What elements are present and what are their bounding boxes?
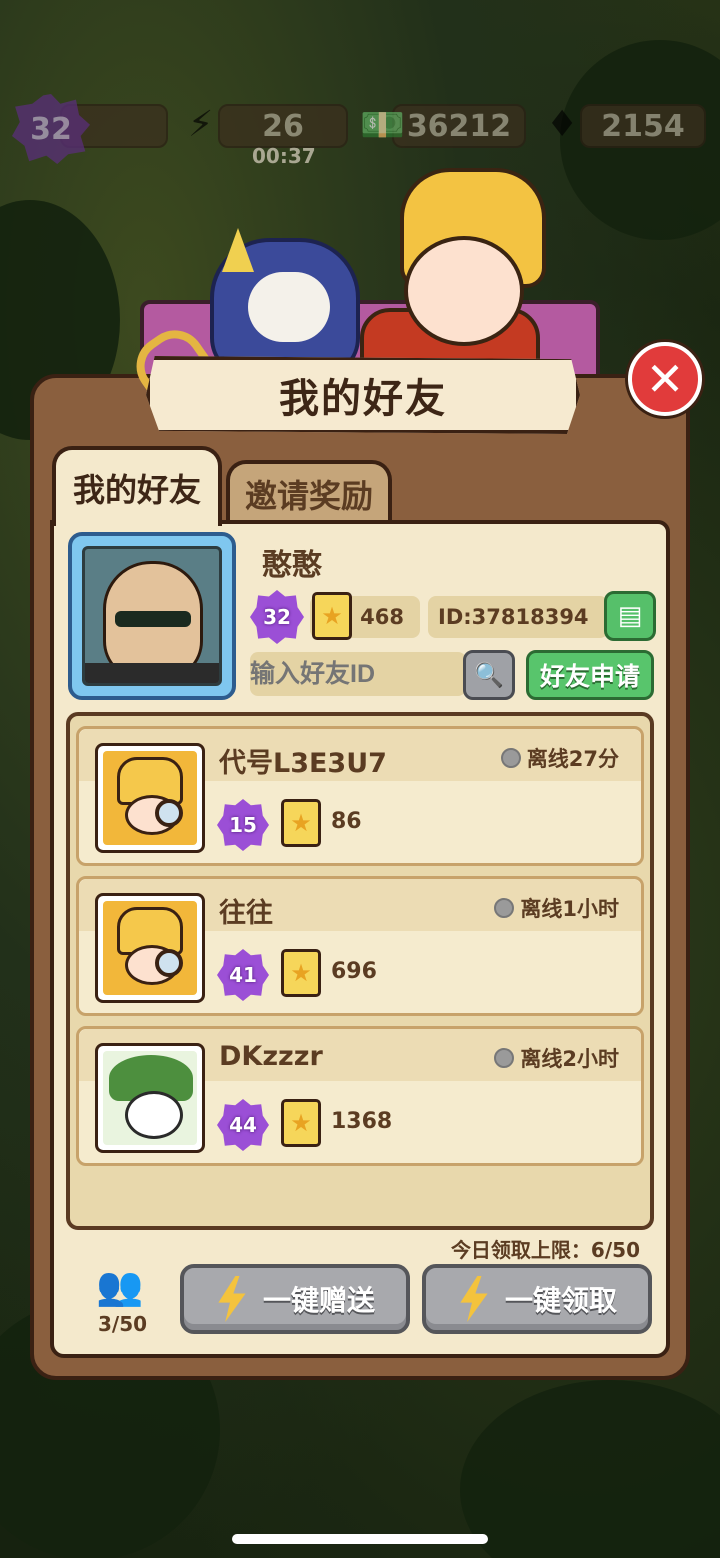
friend-status: 离线27分	[500, 743, 619, 773]
send-all-button[interactable]: 一键赠送	[180, 1264, 410, 1334]
friends-icon: 👥	[96, 1264, 144, 1308]
boy-mascot-face	[404, 236, 524, 346]
friend-row[interactable]: DKzzzr 离线2小时 44 ★ 1368	[76, 1026, 644, 1166]
friend-level-badge: 41	[217, 949, 269, 1001]
cash-icon: 💵	[360, 105, 405, 146]
friend-card-count: 86	[331, 809, 362, 834]
sunglasses-icon	[115, 611, 191, 627]
card-icon: ★	[312, 592, 352, 640]
friend-id-input[interactable]	[250, 652, 466, 696]
tab-invite-rewards[interactable]: 邀请奖励	[226, 460, 392, 524]
friend-row[interactable]: 往往 离线1小时 41 ★ 696	[76, 876, 644, 1016]
friend-avatar[interactable]	[95, 743, 205, 853]
friend-card-count: 696	[331, 959, 377, 984]
friend-status: 离线2小时	[494, 1043, 619, 1073]
offline-dot-icon	[494, 1048, 515, 1068]
top-hud: 32 26 ⚡ 36212 💵 2154 ♦	[0, 94, 720, 164]
search-icon: 🔍	[474, 661, 504, 689]
daily-claim-limit: 今日领取上限：6/50	[450, 1238, 640, 1262]
search-button[interactable]: 🔍	[463, 650, 515, 700]
friend-card-count: 1368	[331, 1109, 393, 1134]
dialog-title-ribbon: 我的好友	[146, 356, 580, 434]
copy-id-button[interactable]: ▤	[604, 591, 656, 641]
friend-row[interactable]: 代号L3E3U7 离线27分 15 ★ 86	[76, 726, 644, 866]
offline-dot-icon	[494, 898, 515, 918]
dialog-title: 我的好友	[279, 376, 447, 422]
friend-name: DKzzzr	[219, 1041, 323, 1072]
my-level-badge: 32	[250, 590, 304, 644]
friend-avatar[interactable]	[95, 1043, 205, 1153]
tab-my-friends[interactable]: 我的好友	[52, 446, 222, 526]
my-name: 憨憨	[262, 548, 322, 583]
offline-dot-icon	[500, 748, 521, 768]
my-avatar[interactable]	[68, 532, 236, 700]
friend-name: 代号L3E3U7	[219, 748, 387, 779]
energy-counter[interactable]: 26	[218, 104, 348, 148]
energy-timer: 00:37	[252, 144, 316, 168]
close-icon: ✕	[645, 352, 685, 406]
friend-level-badge: 44	[217, 1099, 269, 1151]
close-button[interactable]: ✕	[628, 342, 702, 416]
friend-count: 3/50	[98, 1312, 148, 1336]
card-icon: ★	[281, 799, 321, 847]
energy-icon: ⚡	[188, 104, 214, 145]
my-id: ID:37818394	[428, 596, 608, 638]
claim-all-button[interactable]: 一键领取	[422, 1264, 652, 1334]
lightning-icon	[218, 1276, 246, 1322]
copy-icon: ▤	[617, 601, 643, 631]
gem-counter[interactable]: 2154	[580, 104, 706, 148]
home-indicator[interactable]	[232, 1534, 488, 1544]
friend-status: 离线1小时	[494, 893, 619, 923]
friend-level-badge: 15	[217, 799, 269, 851]
cash-counter[interactable]: 36212	[392, 104, 526, 148]
friend-requests-button[interactable]: 好友申请	[526, 650, 654, 700]
ruby-icon: ♦	[546, 104, 579, 145]
card-icon: ★	[281, 1099, 321, 1147]
friend-name: 往往	[219, 898, 273, 929]
panda-icon	[125, 1091, 183, 1139]
magnifier-icon	[155, 949, 183, 977]
lightning-icon	[460, 1276, 488, 1322]
friend-avatar[interactable]	[95, 893, 205, 1003]
magnifier-icon	[155, 799, 183, 827]
card-icon: ★	[281, 949, 321, 997]
